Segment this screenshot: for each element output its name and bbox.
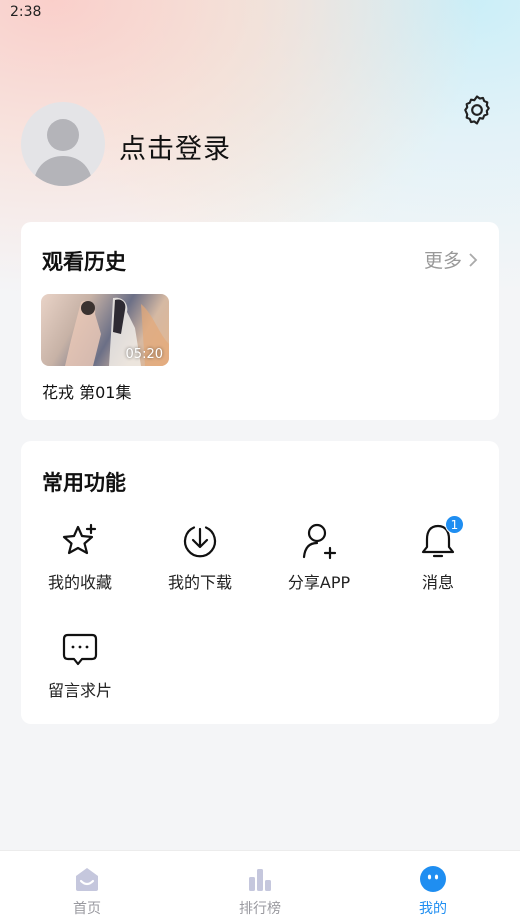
- common-functions-card: 常用功能 我的收藏 我的下载 分享APP 1 消息 留言求片: [21, 441, 499, 724]
- ranking-icon: [249, 869, 271, 891]
- downloads-label: 我的下载: [167, 573, 232, 592]
- status-bar: 2:38: [0, 0, 520, 28]
- watch-history-card: 观看历史 更多 05:20 花戎 第01集: [21, 222, 499, 420]
- messages-label: 消息: [421, 573, 454, 592]
- settings-button[interactable]: [457, 90, 497, 130]
- chevron-right-icon: [469, 252, 478, 267]
- tab-mine-label: 我的: [419, 901, 447, 917]
- share-app-label: 分享APP: [287, 573, 351, 592]
- bottom-tab-bar: 首页 排行榜 我的: [0, 850, 520, 924]
- more-label: 更多: [423, 250, 462, 272]
- favorites-button[interactable]: 我的收藏: [25, 521, 135, 593]
- notification-badge: 1: [445, 515, 464, 534]
- tab-mine[interactable]: 我的: [373, 865, 493, 918]
- history-item-title[interactable]: 花戎 第01集: [42, 379, 131, 403]
- watch-history-title: 观看历史: [42, 250, 126, 274]
- login-link[interactable]: 点击登录: [119, 127, 231, 166]
- star-icon: [62, 523, 97, 555]
- tab-ranking[interactable]: 排行榜: [200, 865, 320, 918]
- request-movie-label: 留言求片: [47, 681, 112, 700]
- download-icon: [183, 526, 217, 558]
- gear-icon: [464, 95, 490, 125]
- video-duration: 05:20: [125, 347, 163, 362]
- request-movie-button[interactable]: 留言求片: [25, 629, 135, 701]
- common-functions-title: 常用功能: [42, 471, 126, 495]
- share-user-icon: [302, 523, 337, 560]
- messages-button[interactable]: 1 消息: [383, 515, 493, 593]
- downloads-button[interactable]: 我的下载: [145, 521, 255, 593]
- mine-icon: [420, 866, 446, 892]
- home-icon: [76, 868, 98, 891]
- tab-ranking-label: 排行榜: [239, 901, 281, 917]
- favorites-label: 我的收藏: [47, 573, 112, 592]
- share-app-button[interactable]: 分享APP: [264, 521, 374, 593]
- more-link[interactable]: 更多: [424, 246, 478, 273]
- default-user-icon: [33, 119, 93, 186]
- avatar[interactable]: [21, 102, 105, 186]
- message-icon: [62, 633, 98, 666]
- status-time: 2:38: [10, 4, 42, 20]
- tab-home[interactable]: 首页: [27, 865, 147, 918]
- history-thumbnail[interactable]: 05:20: [41, 294, 169, 366]
- tab-home-label: 首页: [73, 901, 101, 917]
